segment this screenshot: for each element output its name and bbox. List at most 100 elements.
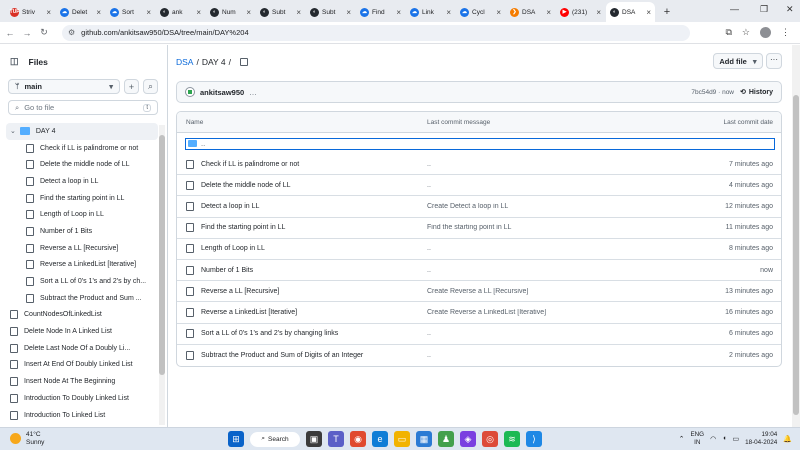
menu-icon[interactable]: ⋮ [781,27,790,38]
more-options-button[interactable]: ··· [766,53,782,69]
file-name-link[interactable]: Sort a LL of 0's 1's and 2's by changing… [201,330,338,337]
file-name-link[interactable]: Number of 1 Bits [201,267,253,274]
tree-file-item[interactable]: Sort a LL of 0's 1's and 2's by ch... [0,273,158,290]
tree-file-item[interactable]: Delete Last Node Of a Doubly Li... [0,340,158,357]
reload-icon[interactable]: ↻ [37,27,51,38]
commit-message-cell[interactable]: .. [427,245,677,252]
tree-file-item[interactable]: Subtract the Product and Sum ... [0,290,158,307]
browser-tab[interactable]: ◐ Subt × [306,2,355,22]
file-name-link[interactable]: Length of Loop in LL [201,245,265,252]
table-row[interactable]: Check if LL is palindrome or not.. 7 minu… [177,154,781,176]
maximize-button[interactable]: ❐ [760,4,768,15]
file-name-cell[interactable]: Detect a loop in LL [177,201,427,211]
browser-tab[interactable]: ▶ (231) × [556,2,605,22]
file-name-cell[interactable]: Reverse a LL [Recursive] [177,286,427,296]
page-scrollbar[interactable] [792,45,800,427]
commit-message-cell[interactable]: Create Reverse a LinkedList [Iterative] [427,309,677,316]
file-explorer-icon[interactable]: ▭ [394,431,410,447]
close-tab-icon[interactable]: × [396,8,401,17]
store-icon[interactable]: ▦ [416,431,432,447]
file-name-link[interactable]: Find the starting point in LL [201,224,285,231]
avatar[interactable] [185,87,195,97]
task-view-icon[interactable]: ▣ [306,431,322,447]
file-name-cell[interactable]: Reverse a LinkedList [Iterative] [177,307,427,317]
minimize-button[interactable]: — [730,4,739,14]
edge-icon[interactable]: e [372,431,388,447]
site-info-icon[interactable]: ⚙ [68,28,75,37]
file-name-cell[interactable]: Find the starting point in LL [177,223,427,233]
commit-message-cell[interactable]: .. [427,267,677,274]
file-name-cell[interactable]: Check if LL is palindrome or not [177,159,427,169]
table-row[interactable]: Length of Loop in LL.. 8 minutes ago [177,239,781,260]
tree-folder-day4[interactable]: ⌄ DAY 4 [6,123,158,140]
profile-avatar[interactable] [760,27,771,38]
chess-icon[interactable]: ♟ [438,431,454,447]
table-row[interactable]: Subtract the Product and Sum of Digits o… [177,345,781,366]
tree-file-item[interactable]: Insert At End Of Doubly Linked List [0,357,158,374]
file-name-cell[interactable]: Length of Loop in LL [177,244,427,254]
forward-icon[interactable]: → [20,28,34,38]
table-row[interactable]: Detect a loop in LL Create Detect a loop … [177,196,781,218]
back-icon[interactable]: ← [3,28,17,38]
file-name-link[interactable]: Reverse a LinkedList [Iterative] [201,309,297,316]
bookmark-star-icon[interactable]: ☆ [742,27,750,38]
table-row[interactable]: Reverse a LL [Recursive] Create Reverse a… [177,281,781,303]
close-tab-icon[interactable]: × [46,8,51,17]
close-tab-icon[interactable]: × [446,8,451,17]
browser-tab[interactable]: ◐ DSA × [606,2,655,22]
tree-file-item[interactable]: Find the starting point in LL [0,190,158,207]
table-row[interactable]: Sort a LL of 0's 1's and 2's by changing… [177,324,781,345]
browser-tab[interactable]: ☁ Sort × [106,2,155,22]
add-file-button[interactable]: Add file ▾ [713,53,763,69]
tree-file-item[interactable]: Introduction To Doubly Linked List [0,390,158,407]
commit-message[interactable]: … [249,88,257,97]
commit-message-cell[interactable]: Create Reverse a LL [Recursive] [427,288,677,295]
weather-widget[interactable]: 41°C Sunny [10,431,44,446]
file-name-link[interactable]: Check if LL is palindrome or not [201,161,299,168]
tree-file-item[interactable]: Delete the middle node of LL [0,156,158,173]
close-tab-icon[interactable]: × [246,8,251,17]
browser-tab[interactable]: ❯ DSA × [506,2,555,22]
close-window-button[interactable]: ✕ [786,4,794,15]
browser-tab[interactable]: TUF Striv × [6,2,55,22]
go-to-file-input[interactable]: ⌕ Go to file t [8,100,158,115]
page-scroll-thumb[interactable] [793,95,799,415]
vscode-icon[interactable]: ⟩ [526,431,542,447]
sidebar-scroll-thumb[interactable] [159,135,165,375]
commit-message-cell[interactable]: Find the starting point in LL [427,224,677,231]
battery-icon[interactable]: ▭ [732,435,739,443]
install-app-icon[interactable]: ⧉ [725,27,731,38]
tree-file-item[interactable]: Insert Node At The Beginning [0,373,158,390]
tree-file-item[interactable]: CountNodesOfLinkedList [0,307,158,324]
copy-path-icon[interactable] [240,58,249,66]
file-name-link[interactable]: Delete the middle node of LL [201,182,291,189]
table-row[interactable]: Find the starting point in LL Find the st… [177,218,781,239]
close-tab-icon[interactable]: × [546,8,551,17]
browser-tab[interactable]: ☁ Link × [406,2,455,22]
browser-tab[interactable]: ◐ Subt × [256,2,305,22]
file-name-link[interactable]: Reverse a LL [Recursive] [201,288,279,295]
table-row[interactable]: Reverse a LinkedList [Iterative] Create R… [177,302,781,324]
tree-file-item[interactable]: Detect a loop in LL [0,173,158,190]
file-name-cell[interactable]: Sort a LL of 0's 1's and 2's by changing… [177,329,427,339]
taskbar-search[interactable]: ⌕ Search [250,431,300,447]
browser-tab[interactable]: ☁ Delet × [56,2,105,22]
new-tab-button[interactable]: + [660,4,674,20]
commit-message-cell[interactable]: .. [427,330,677,337]
close-tab-icon[interactable]: × [296,8,301,17]
tree-file-item[interactable]: Number of 1 Bits [0,223,158,240]
search-icon[interactable]: ⌕ [143,79,158,94]
parent-directory-link[interactable]: .. [185,137,775,150]
table-row[interactable]: Delete the middle node of LL.. 4 minutes … [177,175,781,197]
commit-message-cell[interactable]: .. [427,352,677,359]
language-indicator[interactable]: ENG IN [690,431,704,446]
commit-message-cell[interactable]: .. [427,182,677,189]
branch-selector[interactable]: ᛘ main ▾ [8,79,120,94]
wifi-icon[interactable]: ◠ [710,435,716,443]
close-tab-icon[interactable]: × [146,8,151,17]
windows-start-icon[interactable]: ⊞ [228,431,244,447]
browser-tab[interactable]: ☁ Cycl × [456,2,505,22]
commit-author[interactable]: ankitsaw950 [200,88,244,97]
app-icon[interactable]: ◈ [460,431,476,447]
commit-hash[interactable]: 7bc54d9 · now [691,89,734,96]
